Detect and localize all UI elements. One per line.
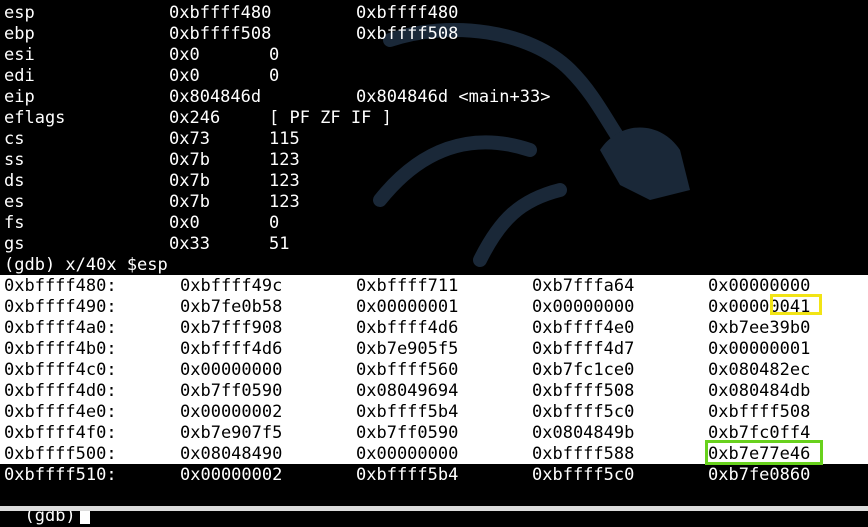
memory-word: 0xb7ff0590 bbox=[180, 381, 283, 401]
memory-address: 0xbffff4b0: bbox=[4, 339, 117, 359]
register-hex: 0xbffff480 bbox=[169, 3, 272, 23]
memory-word: 0xb7fe0b58 bbox=[180, 297, 283, 317]
memory-word: 0xbffff508 bbox=[532, 381, 635, 401]
register-name: eflags bbox=[4, 108, 66, 128]
register-value: 51 bbox=[269, 234, 290, 254]
memory-word: 0x08048490 bbox=[180, 444, 283, 464]
register-name: eip bbox=[4, 87, 35, 107]
register-value: 123 bbox=[269, 192, 300, 212]
memory-word: 0xbffff4d6 bbox=[356, 318, 459, 338]
memory-word: 0x080484db bbox=[708, 381, 811, 401]
register-value: 123 bbox=[269, 150, 300, 170]
memory-word: 0x08049694 bbox=[356, 381, 459, 401]
register-name: esi bbox=[4, 45, 35, 65]
memory-word: 0xb7e905f5 bbox=[356, 339, 459, 359]
memory-word: 0x00000002 bbox=[180, 465, 283, 485]
memory-word: 0x00000001 bbox=[356, 297, 459, 317]
register-name: ebp bbox=[4, 24, 35, 44]
register-hex: 0x7b bbox=[169, 192, 210, 212]
memory-word: 0x00000000 bbox=[532, 297, 635, 317]
register-value: 0xbffff508 bbox=[356, 24, 459, 44]
register-name: fs bbox=[4, 213, 25, 233]
highlight-box-green bbox=[705, 440, 823, 465]
register-value: 115 bbox=[269, 129, 300, 149]
memory-word: 0xbffff4e0 bbox=[532, 318, 635, 338]
register-hex: 0x73 bbox=[169, 129, 210, 149]
memory-address: 0xbffff4f0: bbox=[4, 423, 117, 443]
memory-word: 0xbffff5b4 bbox=[356, 402, 459, 422]
memory-word: 0x00000000 bbox=[180, 360, 283, 380]
register-name: cs bbox=[4, 129, 25, 149]
memory-word: 0xbffff5b4 bbox=[356, 465, 459, 485]
register-value: 0 bbox=[269, 45, 280, 65]
memory-word: 0xbffff5c0 bbox=[532, 402, 635, 422]
highlight-box-yellow bbox=[770, 294, 822, 315]
memory-address: 0xbffff480: bbox=[4, 276, 117, 296]
register-hex: 0x804846d bbox=[169, 87, 262, 107]
register-hex: 0x0 bbox=[169, 66, 200, 86]
register-name: es bbox=[4, 192, 25, 212]
register-name: esp bbox=[4, 3, 35, 23]
memory-word: 0x080482ec bbox=[708, 360, 811, 380]
memory-address: 0xbffff500: bbox=[4, 444, 117, 464]
register-value: 0x804846d <main+33> bbox=[356, 87, 551, 107]
memory-word: 0x00000002 bbox=[180, 402, 283, 422]
register-name: ss bbox=[4, 150, 25, 170]
memory-word: 0xb7ff0590 bbox=[356, 423, 459, 443]
memory-word: 0xbffff5c0 bbox=[532, 465, 635, 485]
memory-word: 0xb7fc1ce0 bbox=[532, 360, 635, 380]
window-bottom-edge bbox=[0, 506, 868, 511]
gdb-command-line: (gdb) x/40x $esp bbox=[4, 255, 168, 275]
register-name: gs bbox=[4, 234, 25, 254]
register-value: 0xbffff480 bbox=[356, 3, 459, 23]
register-value: 0 bbox=[269, 66, 280, 86]
memory-word: 0x00000001 bbox=[708, 339, 811, 359]
memory-word: 0xb7fff908 bbox=[180, 318, 283, 338]
register-name: ds bbox=[4, 171, 25, 191]
memory-word: 0xb7e907f5 bbox=[180, 423, 283, 443]
register-name: edi bbox=[4, 66, 35, 86]
memory-word: 0xbffff49c bbox=[180, 276, 283, 296]
register-hex: 0xbffff508 bbox=[169, 24, 272, 44]
memory-word: 0xbffff560 bbox=[356, 360, 459, 380]
memory-word: 0xbffff711 bbox=[356, 276, 459, 296]
register-hex: 0x7b bbox=[169, 171, 210, 191]
register-hex: 0x0 bbox=[169, 213, 200, 233]
memory-address: 0xbffff4c0: bbox=[4, 360, 117, 380]
register-value: [ PF ZF IF ] bbox=[269, 108, 392, 128]
register-hex: 0x0 bbox=[169, 45, 200, 65]
memory-word: 0x0804849b bbox=[532, 423, 635, 443]
register-hex: 0x33 bbox=[169, 234, 210, 254]
memory-word: 0xbffff588 bbox=[532, 444, 635, 464]
memory-word: 0xbffff4d6 bbox=[180, 339, 283, 359]
memory-word: 0xb7fe0860 bbox=[708, 465, 811, 485]
memory-address: 0xbffff4a0: bbox=[4, 318, 117, 338]
memory-address: 0xbffff490: bbox=[4, 297, 117, 317]
register-hex: 0x7b bbox=[169, 150, 210, 170]
memory-address: 0xbffff4e0: bbox=[4, 402, 117, 422]
gdb-prompt-line[interactable]: (gdb) bbox=[4, 485, 90, 526]
memory-word: 0xbffff4d7 bbox=[532, 339, 635, 359]
register-value: 0 bbox=[269, 213, 280, 233]
memory-word: 0xb7ee39b0 bbox=[708, 318, 811, 338]
memory-address: 0xbffff4d0: bbox=[4, 381, 117, 401]
register-value: 123 bbox=[269, 171, 300, 191]
memory-word: 0xb7fffa64 bbox=[532, 276, 635, 296]
memory-address: 0xbffff510: bbox=[4, 465, 117, 485]
register-hex: 0x246 bbox=[169, 108, 221, 128]
memory-word: 0x00000000 bbox=[356, 444, 459, 464]
memory-word: 0xbffff508 bbox=[708, 402, 811, 422]
